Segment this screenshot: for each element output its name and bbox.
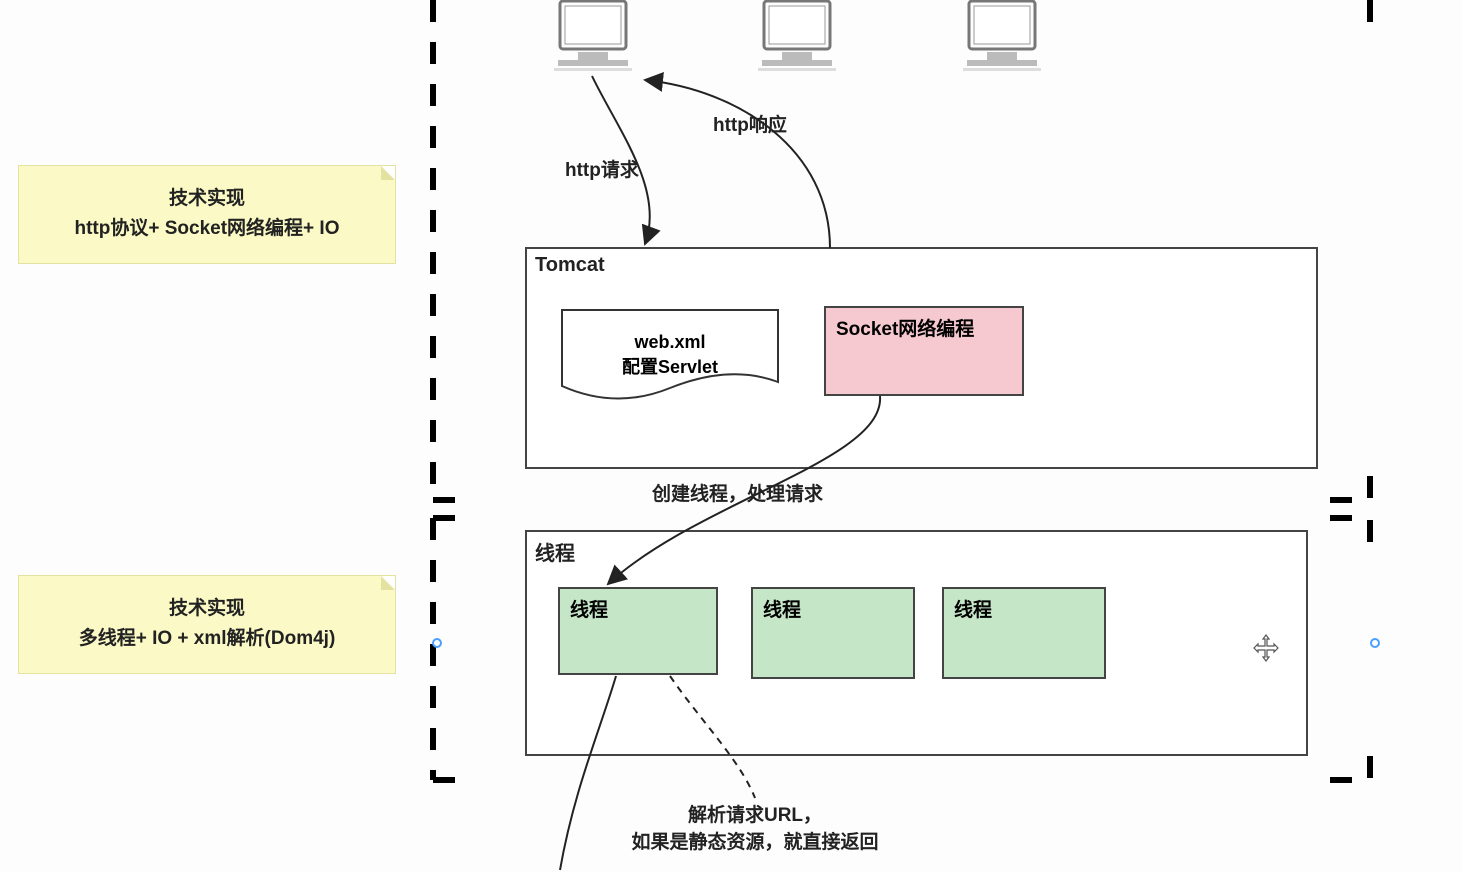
computer-icon [752,0,842,78]
thread-label: 线程 [570,600,608,621]
parse-l2: 如果是静态资源，就直接返回 [610,827,900,854]
label-http-response: http响应 [713,110,787,137]
tomcat-label: Tomcat [535,254,605,277]
selection-handle-right[interactable] [1370,638,1380,648]
thread-box-1: 线程 [558,587,718,675]
computer-icon [548,0,638,78]
label-http-request: http请求 [565,155,639,182]
socket-label: Socket网络编程 [836,319,974,340]
computer-icon [957,0,1047,78]
thread-container-label: 线程 [535,537,575,566]
thread-box-3: 线程 [942,587,1106,679]
webxml-l1: web.xml [560,330,780,355]
note-title: 技术实现 [39,594,375,624]
socket-box: Socket网络编程 [824,306,1024,396]
note-line: http协议+ Socket网络编程+ IO [39,214,375,244]
note-title: 技术实现 [39,184,375,214]
selection-handle-left[interactable] [432,638,442,648]
thread-label: 线程 [763,600,801,621]
webxml-l2: 配置Servlet [560,355,780,380]
parse-l1: 解析请求URL， [610,800,900,827]
move-cursor-icon [1252,634,1280,662]
thread-box-2: 线程 [751,587,915,679]
thread-label: 线程 [954,600,992,621]
webxml-doc: web.xml 配置Servlet [560,308,780,402]
note-tech-impl-1: 技术实现 http协议+ Socket网络编程+ IO [18,165,396,264]
label-parse-url: 解析请求URL， 如果是静态资源，就直接返回 [610,800,900,854]
label-create-thread: 创建线程，处理请求 [652,479,823,506]
note-line: 多线程+ IO + xml解析(Dom4j) [39,624,375,654]
note-tech-impl-2: 技术实现 多线程+ IO + xml解析(Dom4j) [18,575,396,674]
